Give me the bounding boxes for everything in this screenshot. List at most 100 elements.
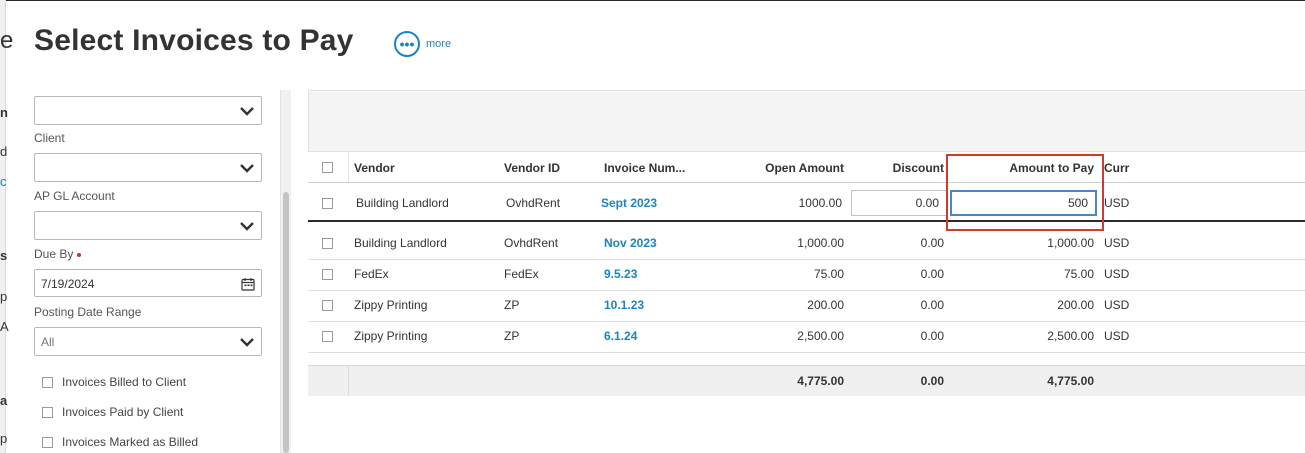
background-text: a [0, 393, 8, 408]
table-row[interactable]: Zippy Printing ZP 6.1.24 2,500.00 0.00 2… [308, 321, 1305, 353]
chevron-down-icon [240, 107, 254, 116]
table-row-editing[interactable]: Building Landlord OvhdRent Sept 2023 100… [308, 183, 1305, 222]
select-value: All [41, 335, 55, 349]
more-button[interactable]: ••• more [394, 31, 451, 57]
page-title: Select Invoices to Pay [34, 24, 354, 57]
currency-cell: USD [1104, 267, 1130, 281]
checkbox-icon[interactable] [42, 406, 53, 418]
header-divider [348, 152, 349, 182]
more-link[interactable]: more [426, 38, 451, 50]
background-text: n [0, 105, 8, 120]
more-options-icon[interactable]: ••• [394, 31, 420, 57]
col-header-discount[interactable]: Discount [848, 161, 944, 175]
vendor-cell: Building Landlord [356, 196, 449, 210]
vendor-cell: Zippy Printing [354, 329, 428, 343]
vendor-cell: FedEx [354, 267, 389, 281]
checkbox-label: Invoices Billed to Client [62, 375, 187, 389]
checkbox-icon[interactable] [42, 436, 53, 448]
background-text: s [0, 248, 8, 263]
invoice-link[interactable]: 6.1.24 [604, 329, 637, 343]
invoice-link[interactable]: Nov 2023 [604, 236, 657, 250]
calendar-icon[interactable] [241, 277, 255, 291]
client-select[interactable] [34, 153, 262, 182]
background-text: d [0, 144, 8, 159]
checkbox-label: Invoices Marked as Billed [62, 435, 199, 449]
col-header-invoice-num[interactable]: Invoice Num... [604, 161, 685, 175]
top-filter-select[interactable] [34, 96, 262, 125]
vendor-id-cell: OvhdRent [504, 236, 559, 250]
posting-date-range-label: Posting Date Range [34, 305, 142, 319]
discount-cell: 0.00 [920, 267, 944, 281]
invoice-link[interactable]: Sept 2023 [601, 196, 657, 210]
filter-scrollbar-thumb[interactable] [283, 192, 289, 453]
currency-cell: USD [1104, 196, 1130, 210]
currency-cell: USD [1104, 298, 1130, 312]
invoice-grid: Vendor Vendor ID Invoice Num... Open Amo… [308, 90, 1305, 396]
totals-row: 4,775.00 0.00 4,775.00 [308, 365, 1305, 396]
total-amount-to-pay: 4,775.00 [1047, 374, 1094, 388]
open-amount-cell: 2,500.00 [797, 329, 844, 343]
col-header-vendor-id[interactable]: Vendor ID [504, 161, 560, 175]
window-top-edge [0, 0, 1305, 1]
row-checkbox[interactable] [322, 300, 333, 311]
background-page-edge [0, 0, 6, 453]
vendor-id-cell: FedEx [504, 267, 539, 281]
table-row[interactable]: Zippy Printing ZP 10.1.23 200.00 0.00 20… [308, 290, 1305, 322]
discount-input[interactable] [851, 190, 947, 216]
invoice-link[interactable]: 10.1.23 [604, 298, 644, 312]
chevron-down-icon [240, 338, 254, 347]
vendor-id-cell: OvhdRent [506, 196, 561, 210]
due-by-label: Due By [34, 247, 82, 261]
total-discount: 0.00 [920, 374, 944, 388]
grid-header-row: Vendor Vendor ID Invoice Num... Open Amo… [308, 152, 1305, 183]
row-checkbox[interactable] [322, 198, 333, 209]
background-text: e [0, 27, 14, 54]
filter-panel: Client AP GL Account Due By 7/19/2024 Po… [34, 90, 264, 453]
row-checkbox[interactable] [322, 269, 333, 280]
due-by-value: 7/19/2024 [41, 277, 95, 291]
due-by-label-text: Due By [34, 247, 74, 261]
posting-date-range-select[interactable]: All [34, 327, 262, 356]
vendor-cell: Building Landlord [354, 236, 447, 250]
discount-cell: 0.00 [920, 298, 944, 312]
row-checkbox[interactable] [322, 238, 333, 249]
currency-cell: USD [1104, 236, 1130, 250]
currency-cell: USD [1104, 329, 1130, 343]
chevron-down-icon [240, 222, 254, 231]
open-amount-cell: 1,000.00 [797, 236, 844, 250]
totals-divider [348, 366, 349, 396]
open-amount-cell: 75.00 [813, 267, 844, 281]
col-header-open-amount[interactable]: Open Amount [744, 161, 844, 175]
vendor-id-cell: ZP [504, 329, 520, 343]
client-label: Client [34, 131, 65, 145]
table-row[interactable]: Building Landlord OvhdRent Nov 2023 1,00… [308, 228, 1305, 260]
background-text: p [0, 431, 8, 446]
open-amount-cell: 200.00 [807, 298, 844, 312]
table-row[interactable]: FedEx FedEx 9.5.23 75.00 0.00 75.00 USD [308, 259, 1305, 291]
background-text: A [0, 319, 9, 334]
total-open-amount: 4,775.00 [797, 374, 844, 388]
col-header-amount-to-pay[interactable]: Amount to Pay [954, 161, 1094, 175]
row-checkbox[interactable] [322, 331, 333, 342]
paid-by-client-checkbox[interactable]: Invoices Paid by Client [42, 405, 183, 419]
col-header-vendor[interactable]: Vendor [354, 161, 395, 175]
discount-cell: 0.00 [920, 329, 944, 343]
grid-toolbar-area [308, 90, 1305, 152]
marked-as-billed-checkbox[interactable]: Invoices Marked as Billed [42, 435, 198, 449]
amount-to-pay-cell: 2,500.00 [1047, 329, 1094, 343]
col-header-currency[interactable]: Curr [1104, 161, 1129, 175]
amount-to-pay-cell: 200.00 [1057, 298, 1094, 312]
invoice-link[interactable]: 9.5.23 [604, 267, 637, 281]
amount-to-pay-cell: 1,000.00 [1047, 236, 1094, 250]
checkbox-label: Invoices Paid by Client [62, 405, 184, 419]
select-all-checkbox[interactable] [322, 162, 333, 173]
discount-cell: 0.00 [920, 236, 944, 250]
amount-to-pay-input[interactable] [950, 190, 1097, 216]
due-by-date-input[interactable]: 7/19/2024 [34, 269, 262, 297]
open-amount-cell: 1000.00 [798, 196, 842, 210]
vendor-cell: Zippy Printing [354, 298, 428, 312]
amount-to-pay-cell: 75.00 [1063, 267, 1094, 281]
billed-to-client-checkbox[interactable]: Invoices Billed to Client [42, 375, 186, 389]
ap-gl-account-select[interactable] [34, 211, 262, 240]
checkbox-icon[interactable] [42, 376, 53, 388]
